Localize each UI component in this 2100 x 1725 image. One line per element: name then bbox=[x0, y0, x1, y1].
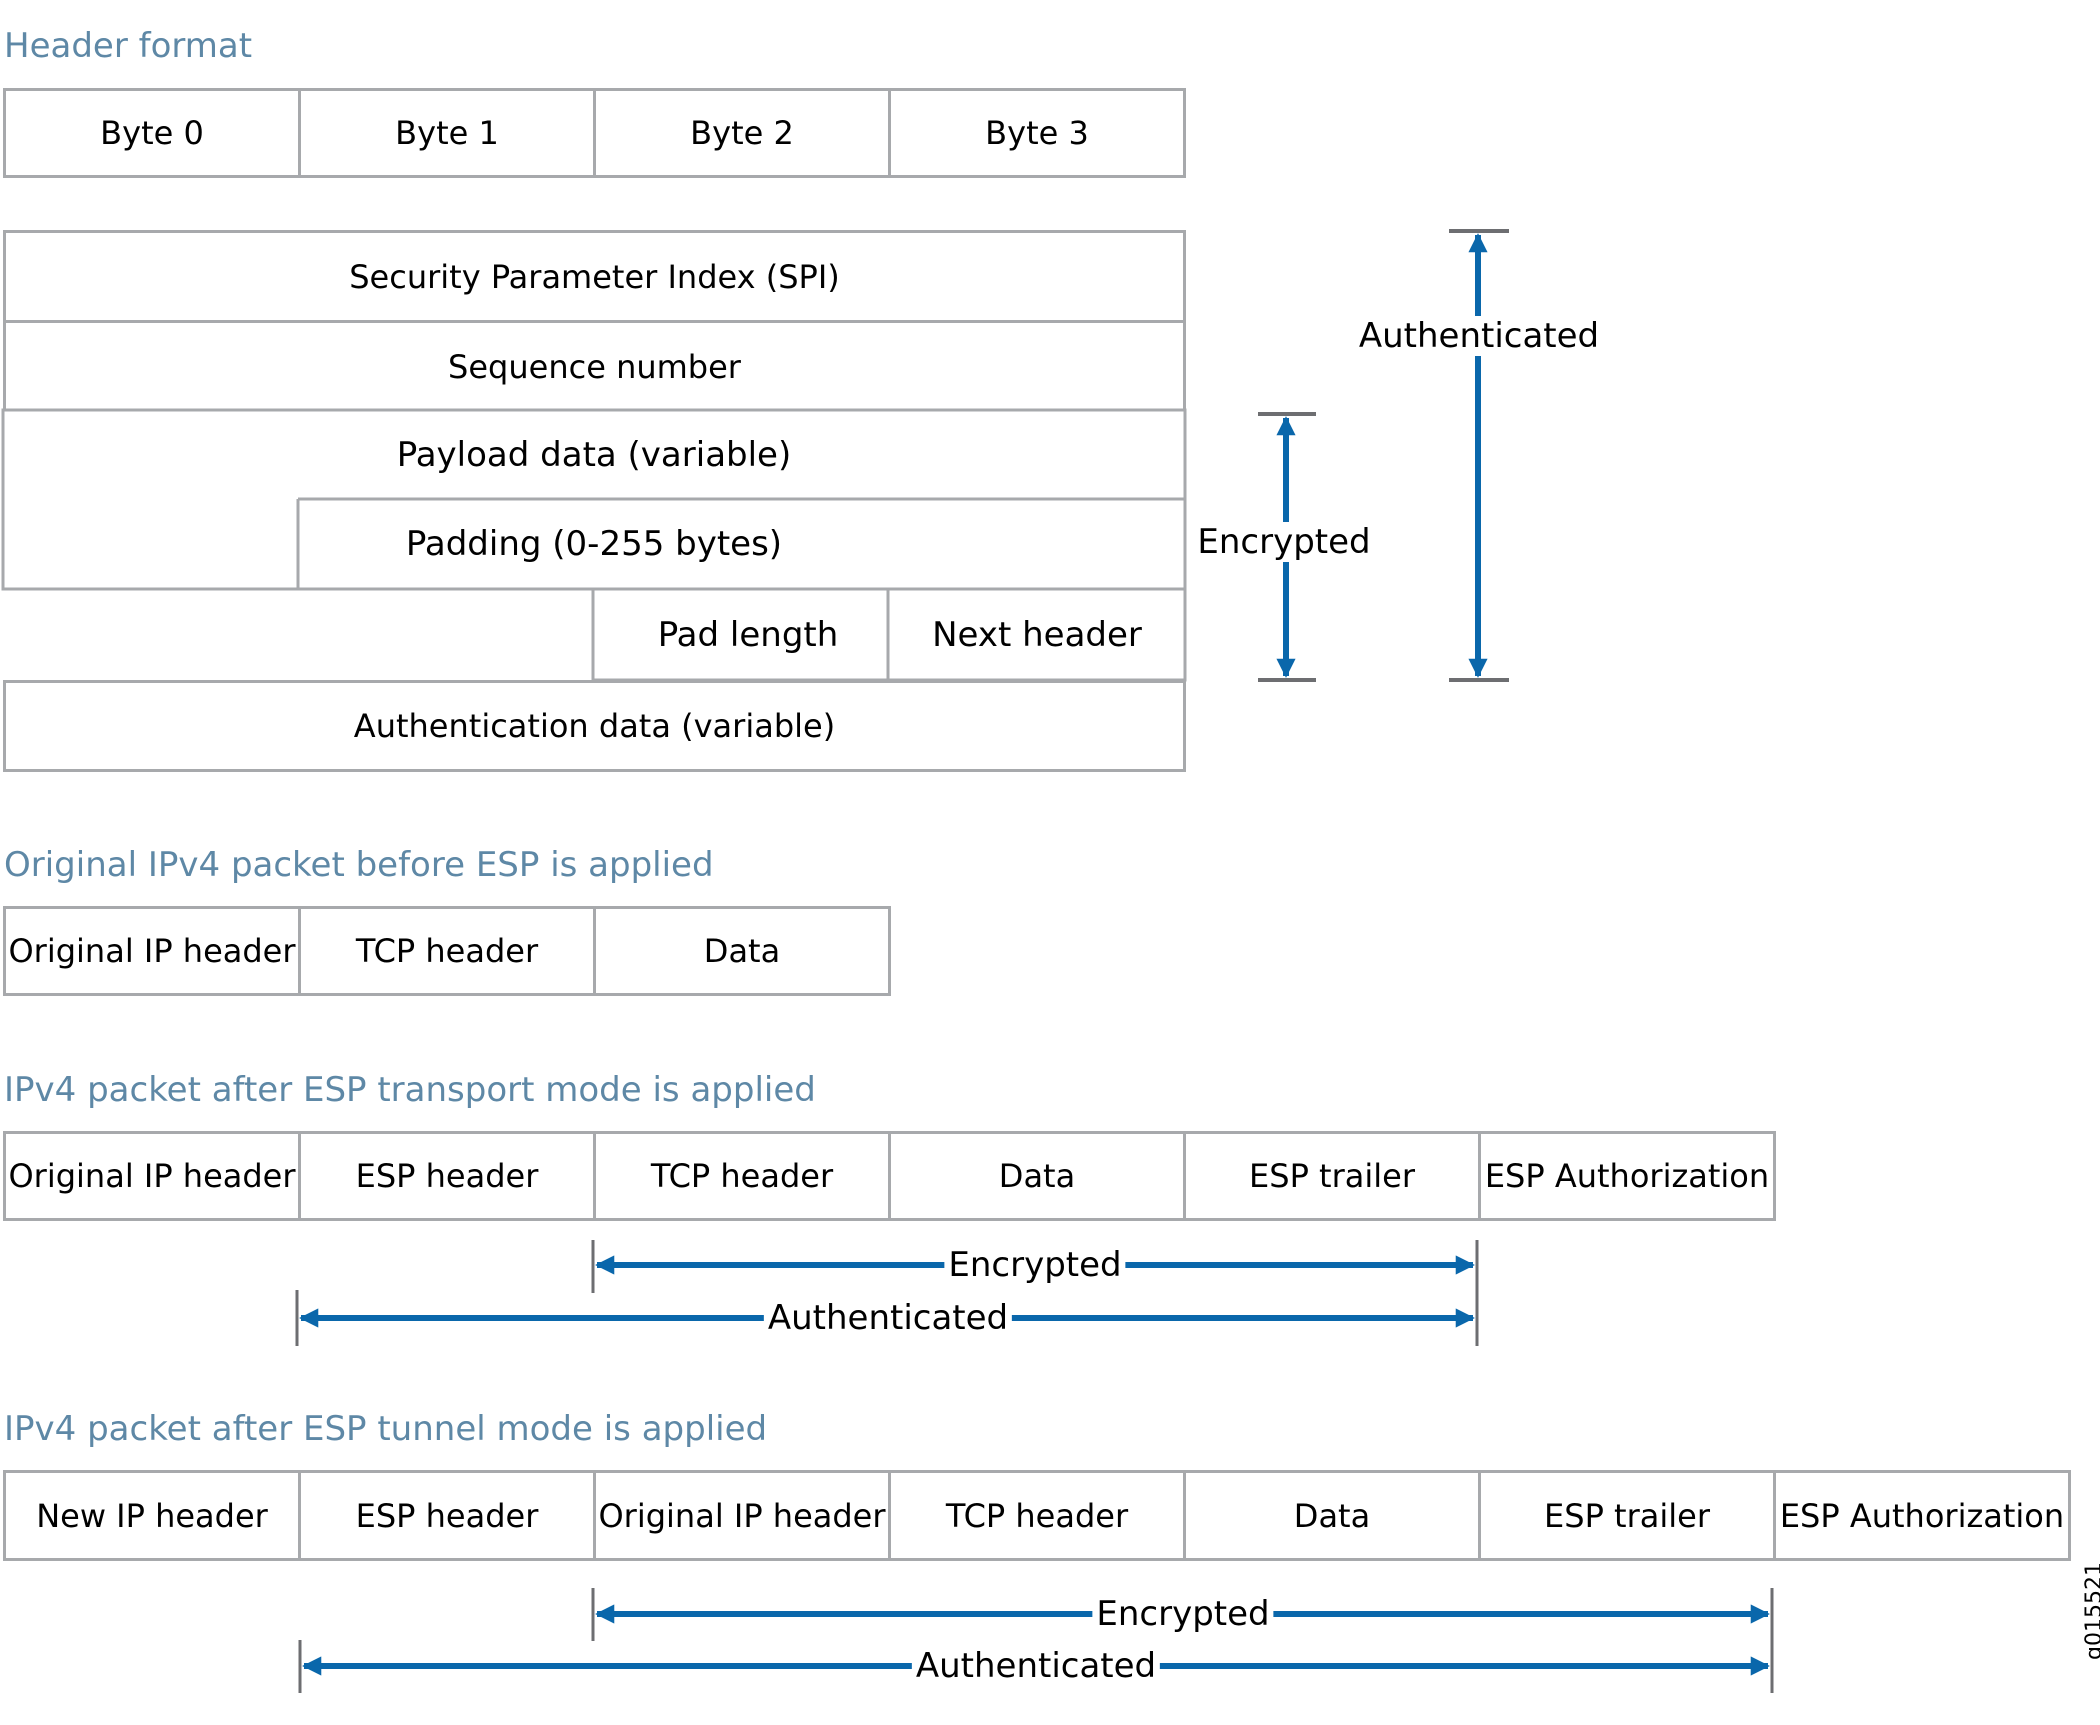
vertical-authenticated-label: Authenticated bbox=[1354, 316, 1604, 356]
arrows-layer bbox=[295, 229, 1774, 1693]
tunnel-encrypted-label: Encrypted bbox=[1092, 1594, 1274, 1634]
vertical-encrypted-label: Encrypted bbox=[1193, 522, 1375, 562]
transport-encrypted-label: Encrypted bbox=[944, 1245, 1126, 1285]
transport-authenticated-label: Authenticated bbox=[763, 1298, 1013, 1338]
figure-id: g015521 bbox=[2082, 1562, 2100, 1660]
vertical-authenticated-range bbox=[1449, 229, 1509, 682]
tunnel-authenticated-label: Authenticated bbox=[911, 1646, 1161, 1686]
